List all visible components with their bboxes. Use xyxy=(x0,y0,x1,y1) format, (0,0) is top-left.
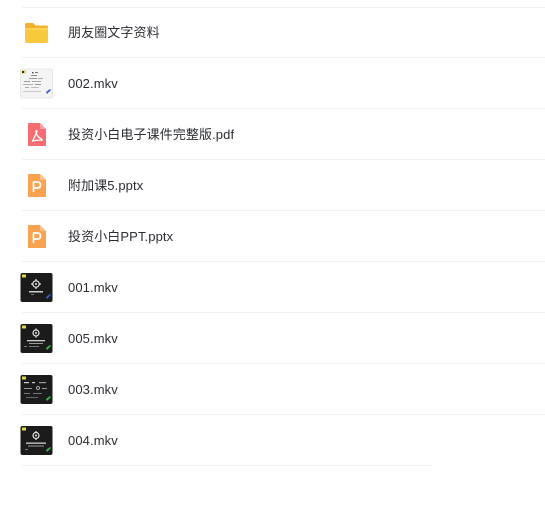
file-row-folder[interactable]: 朋友圈文字资料 xyxy=(0,7,545,58)
ppt-icon xyxy=(20,220,53,253)
video-thumbnail-icon xyxy=(20,373,53,406)
file-row-pdf[interactable]: 投资小白电子课件完整版.pdf xyxy=(0,109,545,160)
file-name: 002.mkv xyxy=(68,76,118,91)
file-name: 003.mkv xyxy=(68,382,118,397)
pdf-icon xyxy=(20,118,53,151)
video-thumbnail-icon xyxy=(20,67,53,100)
file-row-ppt[interactable]: 投资小白PPT.pptx xyxy=(0,211,545,262)
file-row-video[interactable]: 004.mkv xyxy=(0,415,545,466)
file-name: 005.mkv xyxy=(68,331,118,346)
file-name: 朋友圈文字资料 xyxy=(68,25,160,40)
file-row-video[interactable]: 003.mkv xyxy=(0,364,545,415)
file-row-video[interactable]: 005.mkv xyxy=(0,313,545,364)
file-name: 投资小白PPT.pptx xyxy=(68,229,174,244)
video-thumbnail-icon xyxy=(20,424,53,457)
file-row-video[interactable]: 001.mkv xyxy=(0,262,545,313)
file-row-video[interactable]: 002.mkv xyxy=(0,58,545,109)
video-thumbnail-icon xyxy=(20,322,53,355)
ppt-icon xyxy=(20,169,53,202)
file-name: 004.mkv xyxy=(68,433,118,448)
divider xyxy=(22,465,433,466)
file-row-ppt[interactable]: 附加课5.pptx xyxy=(0,160,545,211)
video-thumbnail-icon xyxy=(20,271,53,304)
file-name: 投资小白电子课件完整版.pdf xyxy=(68,127,235,142)
folder-icon xyxy=(20,16,53,49)
file-name: 001.mkv xyxy=(68,280,118,295)
file-name: 附加课5.pptx xyxy=(68,178,144,193)
